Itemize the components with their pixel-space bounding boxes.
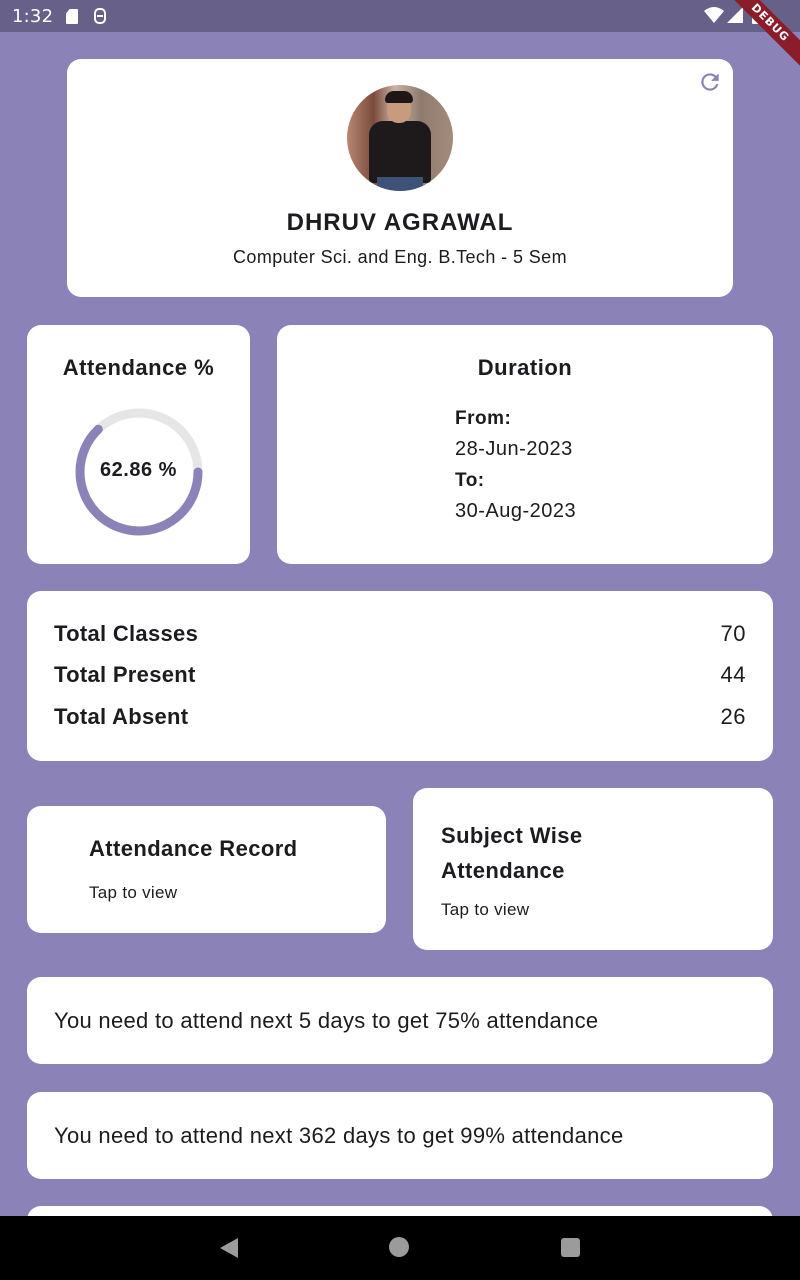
avatar-jeans bbox=[377, 177, 423, 191]
refresh-icon[interactable] bbox=[697, 69, 723, 95]
message-card: You need to attend next 5 days to get 75… bbox=[27, 977, 773, 1064]
totals-value: 26 bbox=[720, 704, 746, 729]
student-name: DHRUV AGRAWAL bbox=[286, 209, 514, 236]
status-bar: 1:32 bbox=[0, 0, 800, 32]
back-icon[interactable] bbox=[220, 1238, 238, 1258]
system-nav-bar bbox=[0, 1216, 800, 1280]
duration-title: Duration bbox=[477, 355, 573, 380]
subject-wise-subtitle: Tap to view bbox=[441, 900, 530, 919]
attendance-record-subtitle: Tap to view bbox=[89, 883, 178, 902]
subject-wise-title: Subject Wise Attendance bbox=[441, 823, 583, 883]
status-time: 1:32 bbox=[12, 6, 54, 27]
attendance-percent-label: 62.86 % bbox=[100, 459, 177, 481]
message-text: You need to attend next 5 days to get 75… bbox=[54, 1008, 599, 1033]
attendance-percent-card: Attendance % 62.86 % bbox=[27, 325, 250, 564]
message-card: You need to attend next 362 days to get … bbox=[27, 1092, 773, 1179]
attendance-title: Attendance % bbox=[62, 355, 215, 380]
from-label: From: bbox=[455, 408, 512, 429]
debug-notification-icon bbox=[94, 8, 106, 24]
attendance-record-card[interactable]: Attendance Record Tap to view bbox=[27, 806, 386, 933]
message-text: You need to attend next 362 days to get … bbox=[54, 1123, 624, 1148]
totals-label: Total Present bbox=[54, 662, 196, 687]
home-icon[interactable] bbox=[389, 1237, 409, 1257]
totals-label: Total Absent bbox=[54, 704, 189, 729]
totals-value: 44 bbox=[720, 662, 746, 687]
avatar bbox=[347, 85, 453, 191]
subject-wise-attendance-card[interactable]: Subject Wise Attendance Tap to view bbox=[413, 788, 773, 950]
avatar-hair bbox=[385, 91, 413, 103]
totals-value: 70 bbox=[720, 621, 746, 646]
sd-card-icon bbox=[66, 9, 78, 24]
totals-label: Total Classes bbox=[54, 621, 199, 646]
wifi-icon bbox=[704, 7, 724, 23]
to-label: To: bbox=[455, 470, 485, 491]
to-date: 30-Aug-2023 bbox=[455, 500, 577, 522]
profile-card: DHRUV AGRAWAL Computer Sci. and Eng. B.T… bbox=[67, 59, 733, 297]
avatar-shirt bbox=[369, 121, 431, 183]
recents-icon[interactable] bbox=[561, 1238, 580, 1257]
attendance-record-title: Attendance Record bbox=[89, 836, 298, 861]
totals-row-present: Total Present 44 bbox=[54, 662, 746, 688]
student-course: Computer Sci. and Eng. B.Tech - 5 Sem bbox=[233, 247, 567, 267]
from-date: 28-Jun-2023 bbox=[455, 438, 573, 460]
duration-body: From: 28-Jun-2023 To: 30-Aug-2023 bbox=[455, 403, 576, 527]
duration-card: Duration From: 28-Jun-2023 To: 30-Aug-20… bbox=[277, 325, 773, 564]
totals-card: Total Classes 70 Total Present 44 Total … bbox=[27, 591, 773, 761]
totals-row-classes: Total Classes 70 bbox=[54, 621, 746, 647]
totals-row-absent: Total Absent 26 bbox=[54, 704, 746, 730]
signal-icon bbox=[727, 7, 743, 23]
